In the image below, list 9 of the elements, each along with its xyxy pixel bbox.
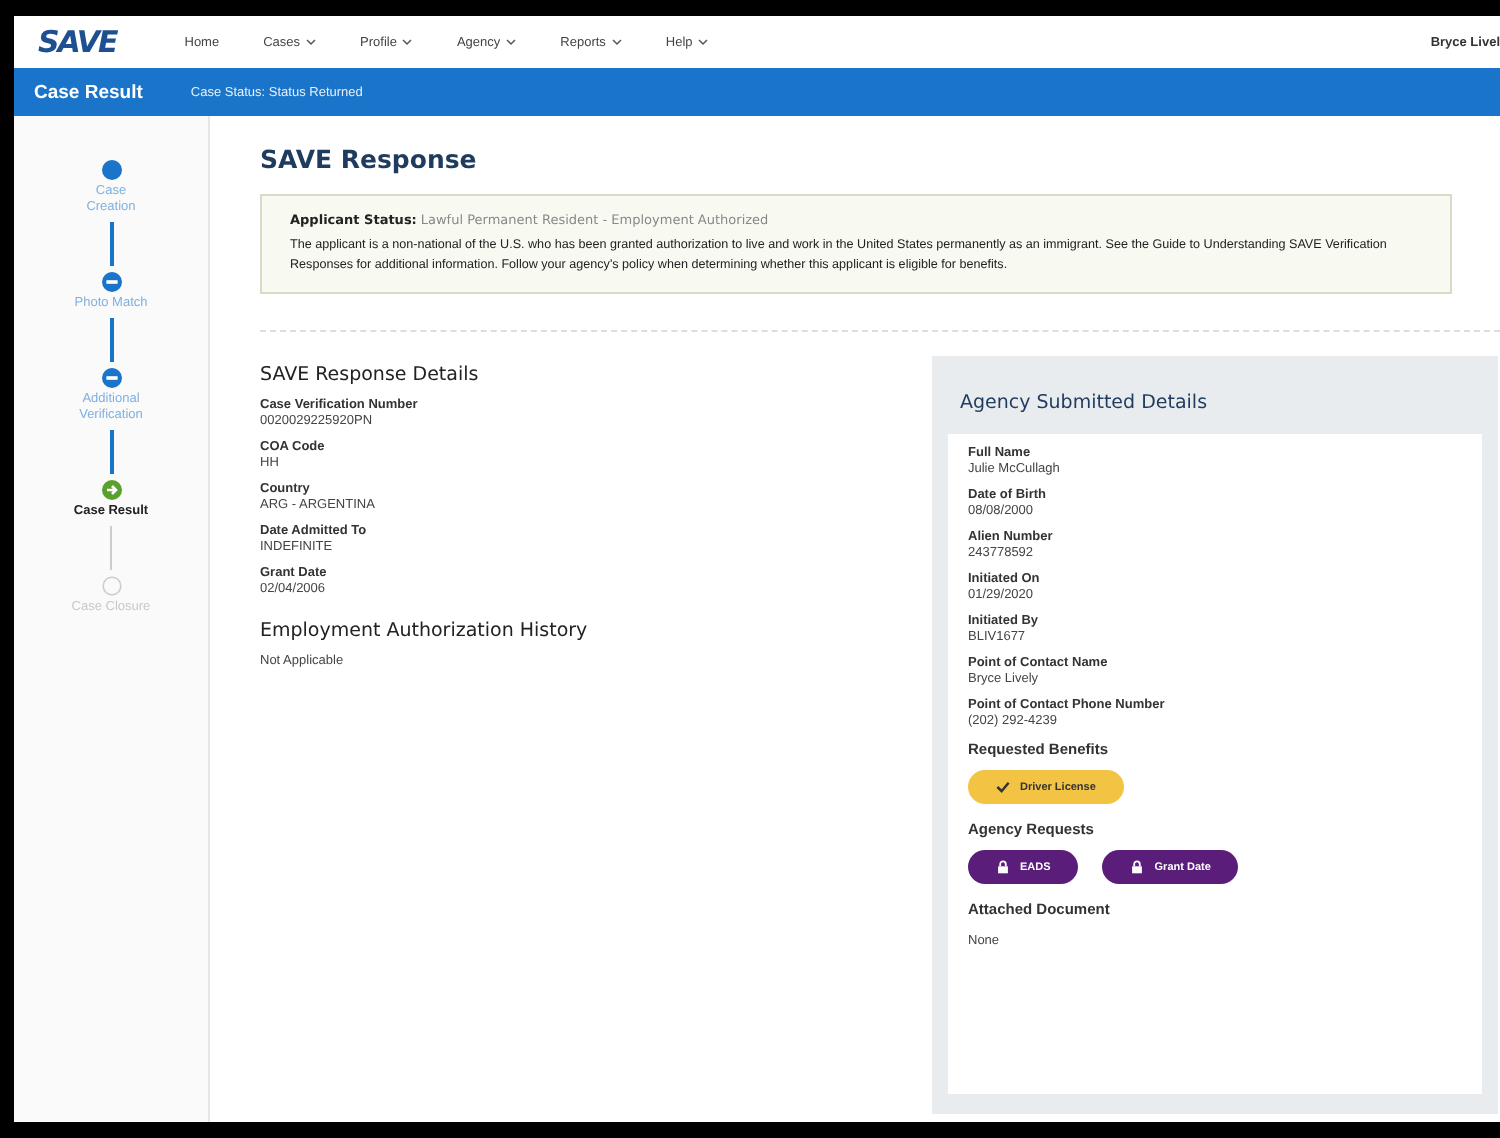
section-title: SAVE Response Details — [260, 364, 481, 386]
lock-icon — [996, 860, 1010, 874]
section-title: Employment Authorization History — [260, 620, 590, 642]
lock-icon — [1130, 860, 1145, 874]
section-title: SAVE Response — [260, 144, 479, 174]
check-icon — [996, 780, 1010, 794]
card-title: Agency Submitted Details — [960, 392, 1210, 414]
page-title: Case Result — [34, 81, 143, 103]
logo: SAVE — [38, 24, 117, 60]
